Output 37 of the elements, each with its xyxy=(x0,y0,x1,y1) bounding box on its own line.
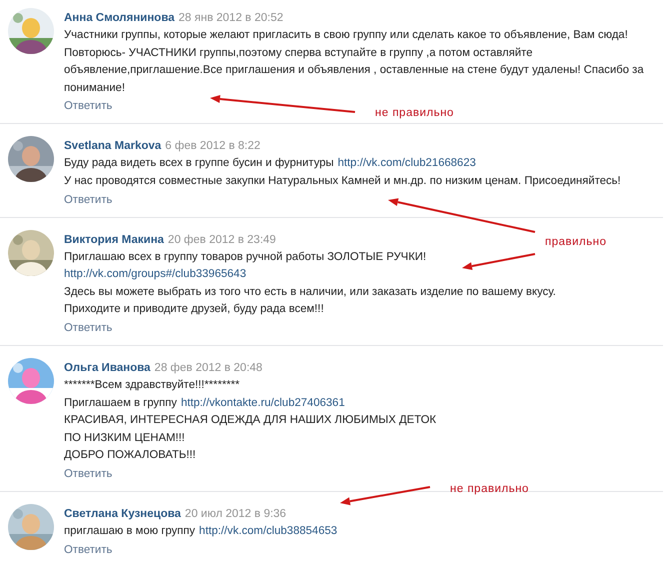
reply-link[interactable]: Ответить xyxy=(64,542,112,558)
comment-text: Здесь вы можете выбрать из того что есть в наличии, или заказать изделие по вашему вкусу. xyxy=(64,284,556,300)
comment-date: 6 фев 2012 в 8:22 xyxy=(165,139,260,154)
link[interactable]: http://vk.com/club21668623 xyxy=(338,155,476,173)
comment-text: *******Всем здравствуйте!!!******** xyxy=(64,378,240,393)
comment-text: объявление,приглашение.Все приглашения и объявления , оставленные на стене будут удалены! Спасибо за xyxy=(64,63,644,78)
annotation-label: не правильно xyxy=(375,107,454,119)
link[interactable]: http://vk.com/club38854653 xyxy=(199,522,338,540)
comment-text: Приглашаю всех в группу товаров ручной работы ЗОЛОТЫЕ РУЧКИ! xyxy=(64,250,426,265)
author-name[interactable]: Виктория Макина xyxy=(64,232,164,249)
comment-text: ДОБРО ПОЖАЛОВАТЬ!!! xyxy=(64,448,196,464)
author-name[interactable]: Светлана Кузнецова xyxy=(64,506,181,523)
comment-text: Приглашаем в группу xyxy=(64,396,177,411)
comment-text: КРАСИВАЯ, ИНТЕРЕСНАЯ ОДЕЖДА ДЛЯ НАШИХ ЛЮБИМЫХ ДЕТОК xyxy=(64,413,436,428)
comment-text: понимание! xyxy=(64,80,125,96)
comment-text: Участники группы, которые желают пригласить в свою группу или сделать какое то объявление, Вам сюда! xyxy=(64,28,628,43)
comment-text: У нас проводятся совместные закупки Натуральных Камней и мн.др. по низким ценам. Присоединяйтесь! xyxy=(64,174,621,189)
comment-date: 20 фев 2012 в 23:49 xyxy=(168,232,276,248)
comment-date: 20 июл 2012 в 9:36 xyxy=(184,506,286,522)
author-name[interactable]: Ольга Иванова xyxy=(64,360,150,377)
annotation-label: не правильно xyxy=(450,483,529,495)
comment-text: Приходите и приводите друзей, буду рада всем!!! xyxy=(64,302,324,318)
reply-link[interactable]: Ответить xyxy=(64,320,112,337)
link[interactable]: http://vk.com/groups#/club33965643 xyxy=(64,266,246,284)
reply-link[interactable]: Ответить xyxy=(64,98,112,116)
comment-text: ПО НИЗКИМ ЦЕНАМ!!! xyxy=(64,430,185,446)
comment-text: приглашаю в мою группу xyxy=(64,524,196,539)
annotation-label: правильно xyxy=(545,236,607,248)
reply-link[interactable]: Ответить xyxy=(64,466,112,483)
comment-text: Повторюсь- УЧАСТНИКИ группы,поэтому сперва вступайте в группу ,а потом оставляйте xyxy=(64,46,532,61)
comment-date: 28 фев 2012 в 20:48 xyxy=(154,360,262,376)
reply-link[interactable]: Ответить xyxy=(64,192,112,209)
author-name[interactable]: Анна Смолянинова xyxy=(64,10,175,27)
comment-date: 28 янв 2012 в 20:52 xyxy=(178,11,284,26)
comment-text: Буду рада видеть всех в группе бусин и фурнитуры xyxy=(64,156,334,172)
author-name[interactable]: Svetlana Markova xyxy=(64,138,162,156)
link[interactable]: http://vkontakte.ru/club27406361 xyxy=(180,394,345,412)
